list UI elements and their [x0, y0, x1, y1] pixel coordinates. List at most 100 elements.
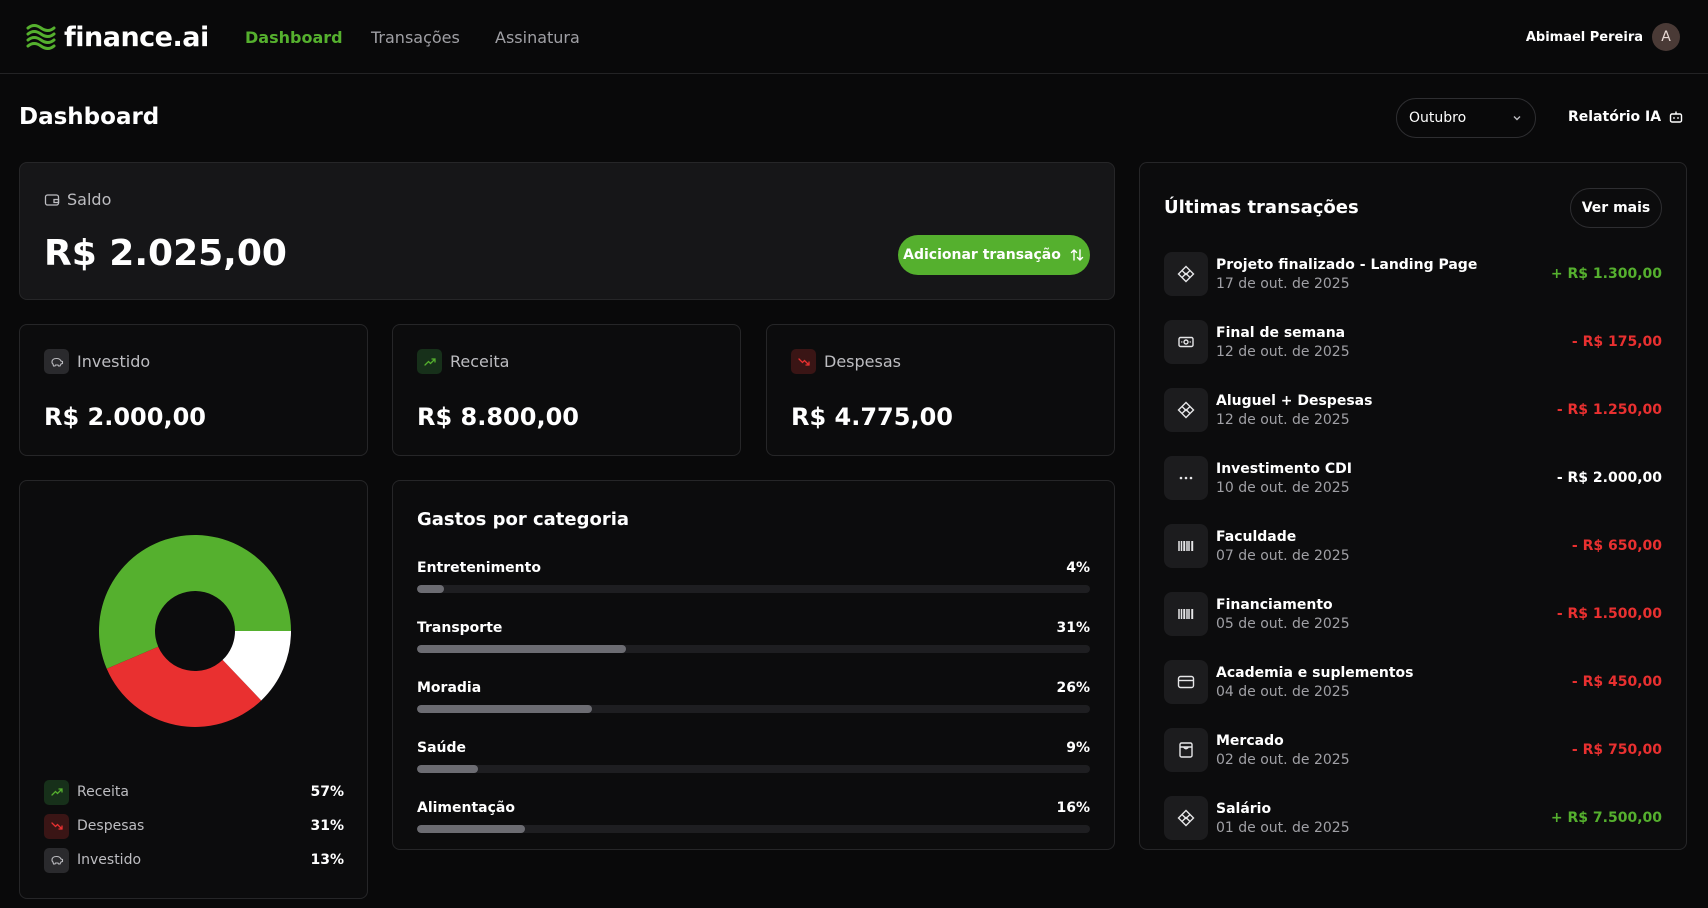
- category-progress-track: [417, 825, 1090, 833]
- arrow-up-down-icon: [1070, 249, 1084, 261]
- transaction-info: Academia e suplementos 04 de out. de 2025: [1216, 665, 1413, 700]
- category-percent: 4%: [1066, 560, 1090, 576]
- transaction-amount: - R$ 450,00: [1571, 674, 1662, 690]
- credit-card-icon: [1164, 660, 1208, 704]
- category-row: Moradia 26%: [417, 680, 1090, 713]
- income-value: R$ 8.800,00: [417, 403, 579, 431]
- legend-income-label: Receita: [77, 784, 129, 800]
- legend-expenses-pct: 31%: [310, 818, 344, 834]
- transaction-info: Investimento CDI 10 de out. de 2025: [1216, 461, 1352, 496]
- transaction-row[interactable]: Investimento CDI 10 de out. de 2025 - R$ 2…: [1164, 456, 1662, 500]
- transaction-row[interactable]: Faculdade 07 de out. de 2025 - R$ 650,00: [1164, 524, 1662, 568]
- transaction-amount: - R$ 650,00: [1571, 538, 1662, 554]
- ai-report-button[interactable]: Relatório IA: [1568, 109, 1684, 125]
- expenses-label-text: Despesas: [824, 352, 901, 371]
- top-navbar: finance.ai Dashboard Transações Assinatu…: [0, 0, 1708, 74]
- legend-income-pct: 57%: [310, 784, 344, 800]
- invested-label: Investido: [44, 349, 150, 374]
- month-select[interactable]: Outubro: [1396, 98, 1536, 138]
- transaction-row[interactable]: Financiamento 05 de out. de 2025 - R$ 1.50…: [1164, 592, 1662, 636]
- transaction-name: Aluguel + Despesas: [1216, 392, 1373, 409]
- avatar: A: [1652, 23, 1680, 51]
- transaction-name: Academia e suplementos: [1216, 664, 1414, 681]
- transaction-amount: - R$ 2.000,00: [1556, 470, 1662, 486]
- transactions-title: Últimas transações: [1164, 197, 1359, 218]
- expenses-label: Despesas: [791, 349, 901, 374]
- transaction-amount: + R$ 7.500,00: [1550, 810, 1662, 826]
- category-percent: 26%: [1056, 680, 1090, 696]
- nav-transacoes[interactable]: Transações: [371, 28, 460, 47]
- transaction-info: Final de semana 12 de out. de 2025: [1216, 325, 1350, 360]
- category-name: Alimentação: [417, 800, 515, 816]
- category-row: Saúde 9%: [417, 740, 1090, 773]
- legend-invested-pct: 13%: [310, 852, 344, 868]
- trending-down-icon: [44, 813, 69, 839]
- transaction-row[interactable]: Aluguel + Despesas 12 de out. de 2025 - R$…: [1164, 388, 1662, 432]
- transaction-amount: + R$ 1.300,00: [1550, 266, 1662, 282]
- invested-value: R$ 2.000,00: [44, 403, 206, 431]
- category-percent: 9%: [1066, 740, 1090, 756]
- category-progress-fill: [417, 765, 478, 773]
- expenses-card: Despesas R$ 4.775,00: [766, 324, 1115, 456]
- expenses-value: R$ 4.775,00: [791, 403, 953, 431]
- spending-by-category-card: Gastos por categoria Entretenimento 4% Tra…: [392, 480, 1115, 850]
- category-progress-track: [417, 645, 1090, 653]
- balance-label-text: Saldo: [67, 190, 112, 209]
- transaction-info: Aluguel + Despesas 12 de out. de 2025: [1216, 393, 1372, 428]
- transaction-info: Projeto finalizado - Landing Page 17 de o…: [1216, 257, 1477, 292]
- transaction-date: 07 de out. de 2025: [1216, 547, 1350, 564]
- category-name: Transporte: [417, 620, 503, 636]
- balance-label: Saldo: [44, 190, 111, 209]
- user-menu[interactable]: Abimael Pereira A: [1526, 23, 1680, 51]
- logo[interactable]: finance.ai: [26, 20, 209, 54]
- transaction-info: Mercado 02 de out. de 2025: [1216, 733, 1350, 768]
- transaction-row[interactable]: Mercado 02 de out. de 2025 - R$ 750,00: [1164, 728, 1662, 772]
- category-row: Alimentação 16%: [417, 800, 1090, 833]
- transaction-info: Financiamento 05 de out. de 2025: [1216, 597, 1350, 632]
- barcode-icon: [1164, 524, 1208, 568]
- pix-icon: [1164, 388, 1208, 432]
- legend-invested: Investido 13%: [44, 847, 344, 873]
- add-transaction-label: Adicionar transação: [903, 247, 1061, 263]
- transaction-name: Financiamento: [1216, 596, 1333, 613]
- transaction-info: Salário 01 de out. de 2025: [1216, 801, 1350, 836]
- logo-text: finance.ai: [64, 21, 209, 53]
- month-select-value: Outubro: [1409, 110, 1467, 126]
- transaction-amount: - R$ 175,00: [1571, 334, 1662, 350]
- see-more-button[interactable]: Ver mais: [1570, 188, 1662, 228]
- more-icon: [1164, 456, 1208, 500]
- transaction-name: Projeto finalizado - Landing Page: [1216, 256, 1478, 273]
- transaction-row[interactable]: Projeto finalizado - Landing Page 17 de o…: [1164, 252, 1662, 296]
- transaction-name: Faculdade: [1216, 528, 1297, 545]
- transaction-row[interactable]: Academia e suplementos 04 de out. de 2025…: [1164, 660, 1662, 704]
- nav-assinatura[interactable]: Assinatura: [495, 28, 580, 47]
- category-percent: 31%: [1056, 620, 1090, 636]
- category-name: Moradia: [417, 680, 482, 696]
- transaction-date: 12 de out. de 2025: [1216, 343, 1350, 360]
- category-progress-fill: [417, 585, 444, 593]
- user-name: Abimael Pereira: [1525, 29, 1643, 45]
- income-label-text: Receita: [450, 352, 510, 371]
- transaction-date: 05 de out. de 2025: [1216, 615, 1350, 632]
- balance-value: R$ 2.025,00: [44, 233, 287, 274]
- category-title: Gastos por categoria: [417, 509, 630, 530]
- transaction-row[interactable]: Final de semana 12 de out. de 2025 - R$ 17…: [1164, 320, 1662, 364]
- category-progress-fill: [417, 825, 525, 833]
- category-name: Saúde: [417, 740, 467, 756]
- category-progress-fill: [417, 645, 626, 653]
- chevron-down-icon: [1513, 116, 1521, 121]
- legend-invested-label: Investido: [77, 852, 142, 868]
- add-transaction-button[interactable]: Adicionar transação: [898, 235, 1090, 275]
- piggy-bank-icon: [44, 349, 69, 374]
- transaction-row[interactable]: Salário 01 de out. de 2025 + R$ 7.500,00: [1164, 796, 1662, 840]
- transaction-date: 04 de out. de 2025: [1216, 683, 1350, 700]
- transaction-amount: - R$ 750,00: [1571, 742, 1662, 758]
- transaction-amount: - R$ 1.500,00: [1556, 606, 1662, 622]
- category-progress-fill: [417, 705, 592, 713]
- category-name: Entretenimento: [417, 560, 541, 576]
- transaction-date: 02 de out. de 2025: [1216, 751, 1350, 768]
- receipt-icon: [1164, 728, 1208, 772]
- income-card: Receita R$ 8.800,00: [392, 324, 741, 456]
- nav-dashboard[interactable]: Dashboard: [245, 28, 343, 47]
- page-title: Dashboard: [19, 104, 160, 130]
